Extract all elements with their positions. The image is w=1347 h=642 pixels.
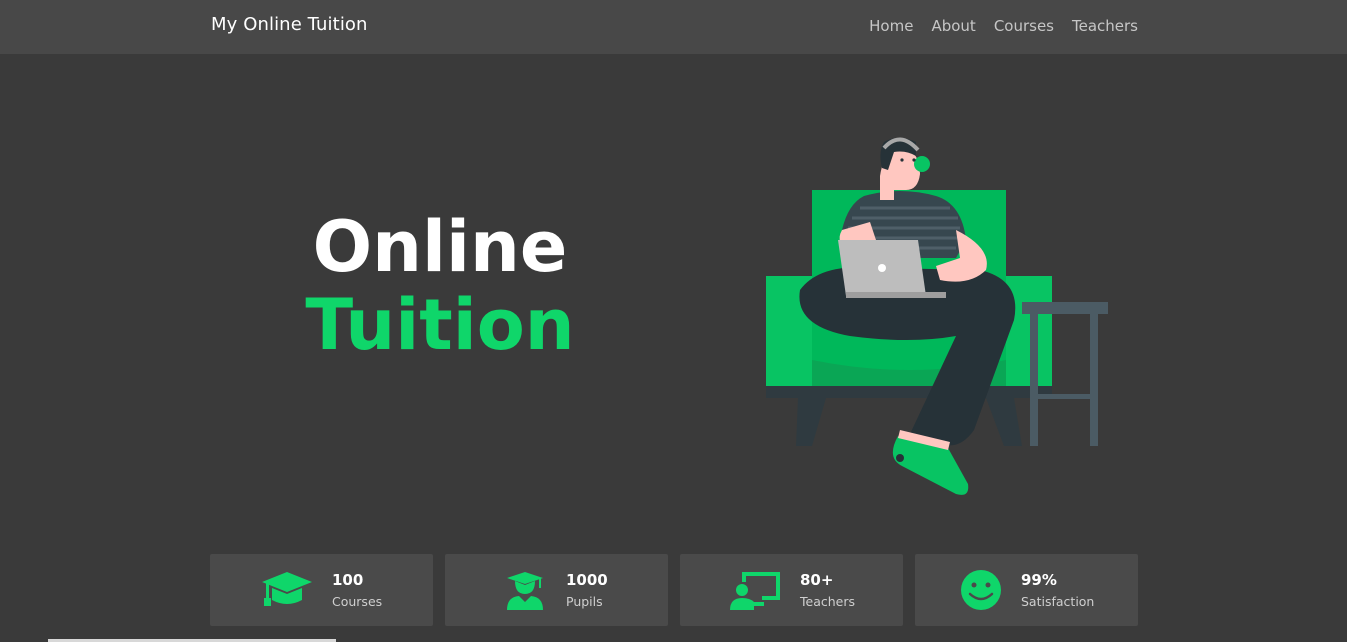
stat-card-pupils: 1000 Pupils: [445, 554, 668, 626]
nav-link-courses[interactable]: Courses: [994, 17, 1054, 35]
stat-card-teachers: 80+ Teachers: [680, 554, 903, 626]
stat-card-satisfaction: 99% Satisfaction: [915, 554, 1138, 626]
stat-label-satisfaction: Satisfaction: [1021, 594, 1095, 609]
stat-label-pupils: Pupils: [566, 594, 603, 609]
stat-value-courses: 100: [332, 571, 364, 589]
hero-title-line2: Tuition: [305, 284, 575, 366]
stat-label-courses: Courses: [332, 594, 383, 609]
hero-title-line1: Online: [312, 206, 568, 288]
stats-section: 100 Courses 1000 Pupils 80+ Teachers 99%…: [210, 554, 1138, 626]
graduation-cap-icon: [262, 572, 312, 606]
hero-title: Online Tuition: [270, 208, 610, 364]
nav-link-home[interactable]: Home: [869, 17, 913, 35]
stat-card-courses: 100 Courses: [210, 554, 433, 626]
brand-link[interactable]: My Online Tuition: [211, 14, 368, 35]
stat-value-pupils: 1000: [566, 571, 608, 589]
stat-label-teachers: Teachers: [800, 594, 855, 609]
navbar: My Online Tuition Home About Courses Tea…: [0, 0, 1347, 54]
stat-value-teachers: 80+: [800, 571, 834, 589]
person-with-laptop-illustration: [766, 137, 1108, 495]
smiley-icon: [961, 570, 1001, 610]
nav-link-about[interactable]: About: [931, 17, 975, 35]
nav-link-teachers[interactable]: Teachers: [1072, 17, 1138, 35]
stat-value-satisfaction: 99%: [1021, 571, 1057, 589]
nav-links: Home About Courses Teachers: [869, 17, 1138, 35]
teacher-board-icon: [730, 572, 780, 610]
student-icon: [507, 572, 543, 610]
